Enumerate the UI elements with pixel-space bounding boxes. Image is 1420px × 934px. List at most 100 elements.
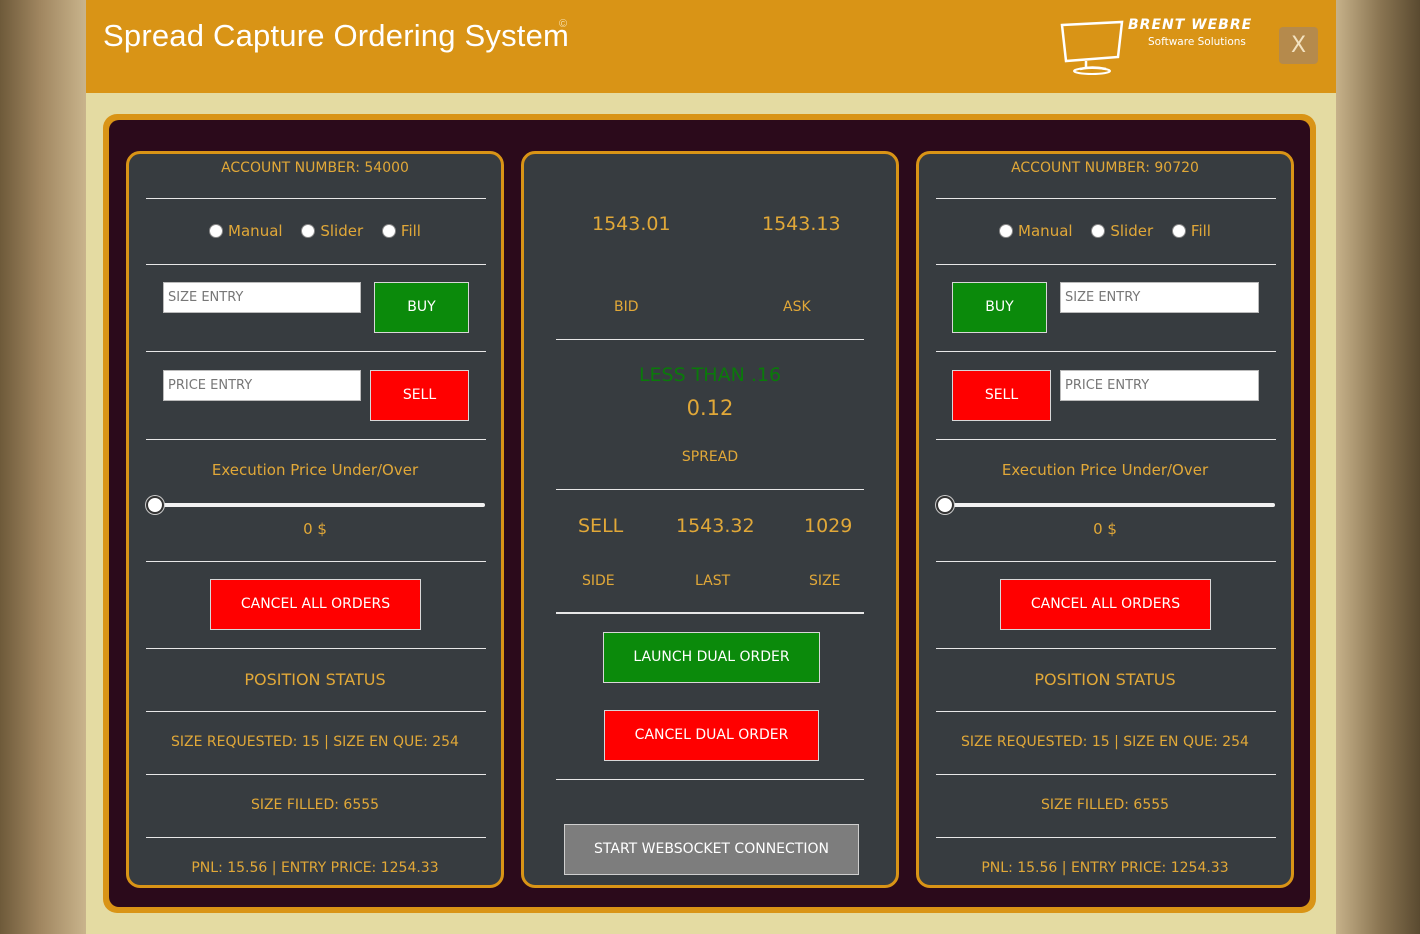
account-number: ACCOUNT NUMBER: 90720 — [1011, 160, 1199, 176]
size-value: 1029 — [804, 515, 853, 537]
divider — [936, 711, 1276, 712]
radio-icon — [999, 224, 1014, 238]
radio-label: Fill — [400, 222, 421, 240]
slider-title: Execution Price Under/Over — [1001, 461, 1209, 479]
app-window: Spread Capture Ordering System © BRENT W… — [86, 0, 1336, 934]
monitor-icon — [1060, 20, 1124, 75]
right-account-panel: ACCOUNT NUMBER: 90720 Manual Slider Fill… — [916, 151, 1294, 888]
radio-slider[interactable]: Slider — [301, 222, 363, 240]
divider — [936, 648, 1276, 649]
divider — [556, 612, 864, 614]
spread-condition: LESS THAN .16 — [638, 364, 782, 386]
launch-dual-order-button[interactable]: LAUNCH DUAL ORDER — [603, 632, 820, 683]
divider — [146, 351, 486, 352]
spread-label: SPREAD — [681, 449, 739, 465]
radio-manual[interactable]: Manual — [209, 222, 283, 240]
start-websocket-button[interactable]: START WEBSOCKET CONNECTION — [564, 824, 859, 875]
sell-button[interactable]: SELL — [370, 370, 469, 421]
divider — [146, 439, 486, 440]
sell-button[interactable]: SELL — [952, 370, 1051, 421]
slider-value: 0 $ — [1093, 520, 1117, 538]
slider-value: 0 $ — [303, 520, 327, 538]
execution-slider-thumb[interactable] — [146, 496, 164, 514]
market-panel: 1543.01 1543.13 BID ASK LESS THAN .16 0.… — [521, 151, 899, 888]
divider — [146, 198, 486, 199]
execution-slider-thumb[interactable] — [936, 496, 954, 514]
radio-fill[interactable]: Fill — [381, 222, 421, 240]
close-button[interactable]: X — [1279, 27, 1318, 64]
size-filled-text: SIZE FILLED: 6555 — [1040, 797, 1170, 813]
divider — [146, 561, 486, 562]
spread-value: 0.12 — [686, 396, 734, 420]
radio-icon — [301, 224, 316, 238]
radio-icon — [209, 224, 224, 238]
position-status-title: POSITION STATUS — [1034, 670, 1176, 689]
radio-label: Fill — [1190, 222, 1211, 240]
divider — [556, 339, 864, 340]
left-account-panel: ACCOUNT NUMBER: 54000 Manual Slider Fill… — [126, 151, 504, 888]
price-entry-input[interactable]: PRICE ENTRY — [1060, 370, 1259, 401]
buy-button[interactable]: BUY — [952, 282, 1047, 333]
radio-icon — [381, 224, 396, 238]
radio-label: Manual — [1018, 222, 1073, 240]
execution-slider-track[interactable] — [151, 503, 485, 507]
radio-fill[interactable]: Fill — [1171, 222, 1211, 240]
size-filled-text: SIZE FILLED: 6555 — [250, 797, 380, 813]
divider — [146, 837, 486, 838]
radio-label: Slider — [320, 222, 364, 240]
side-label: SIDE — [582, 573, 615, 589]
bid-label: BID — [614, 299, 639, 315]
divider — [556, 489, 864, 490]
divider — [936, 774, 1276, 775]
radio-slider[interactable]: Slider — [1091, 222, 1153, 240]
divider — [146, 648, 486, 649]
logo-name: BRENT WEBRE — [1128, 17, 1253, 33]
logo-tagline: Software Solutions — [1148, 36, 1246, 48]
title-bar: Spread Capture Ordering System © BRENT W… — [86, 0, 1336, 93]
radio-icon — [1091, 224, 1106, 238]
price-entry-input[interactable]: PRICE ENTRY — [163, 370, 361, 401]
divider — [936, 351, 1276, 352]
cancel-all-orders-button[interactable]: CANCEL ALL ORDERS — [210, 579, 421, 630]
radio-label: Manual — [228, 222, 283, 240]
position-status-title: POSITION STATUS — [244, 670, 386, 689]
ask-label: ASK — [783, 299, 811, 315]
company-logo: BRENT WEBRE Software Solutions — [1056, 17, 1251, 77]
radio-icon — [1171, 224, 1186, 238]
side-value: SELL — [578, 515, 624, 537]
copyright-mark: © — [559, 18, 568, 30]
pnl-text: PNL: 15.56 | ENTRY PRICE: 1254.33 — [191, 860, 439, 876]
main-frame: ACCOUNT NUMBER: 54000 Manual Slider Fill… — [103, 114, 1316, 913]
ask-value: 1543.13 — [762, 213, 841, 235]
buy-button[interactable]: BUY — [374, 282, 469, 333]
main-content: ACCOUNT NUMBER: 54000 Manual Slider Fill… — [109, 120, 1310, 907]
divider — [146, 264, 486, 265]
divider — [936, 439, 1276, 440]
divider — [936, 561, 1276, 562]
divider — [936, 264, 1276, 265]
size-requested-text: SIZE REQUESTED: 15 | SIZE EN QUE: 254 — [171, 734, 459, 750]
size-label: SIZE — [809, 573, 841, 589]
size-entry-input[interactable]: SIZE ENTRY — [163, 282, 361, 313]
divider — [146, 711, 486, 712]
size-entry-input[interactable]: SIZE ENTRY — [1060, 282, 1259, 313]
divider — [936, 837, 1276, 838]
slider-title: Execution Price Under/Over — [211, 461, 419, 479]
last-label: LAST — [695, 573, 731, 589]
divider — [556, 779, 864, 780]
divider — [146, 774, 486, 775]
divider — [936, 198, 1276, 199]
size-requested-text: SIZE REQUESTED: 15 | SIZE EN QUE: 254 — [961, 734, 1249, 750]
mode-radio-group: Manual Slider Fill — [919, 222, 1291, 240]
cancel-all-orders-button[interactable]: CANCEL ALL ORDERS — [1000, 579, 1211, 630]
radio-manual[interactable]: Manual — [999, 222, 1073, 240]
cancel-dual-order-button[interactable]: CANCEL DUAL ORDER — [604, 710, 819, 761]
bid-value: 1543.01 — [592, 213, 671, 235]
mode-radio-group: Manual Slider Fill — [129, 222, 501, 240]
radio-label: Slider — [1110, 222, 1154, 240]
execution-slider-track[interactable] — [941, 503, 1275, 507]
pnl-text: PNL: 15.56 | ENTRY PRICE: 1254.33 — [981, 860, 1229, 876]
last-value: 1543.32 — [676, 515, 755, 537]
app-title: Spread Capture Ordering System — [103, 18, 570, 53]
account-number: ACCOUNT NUMBER: 54000 — [221, 160, 409, 176]
